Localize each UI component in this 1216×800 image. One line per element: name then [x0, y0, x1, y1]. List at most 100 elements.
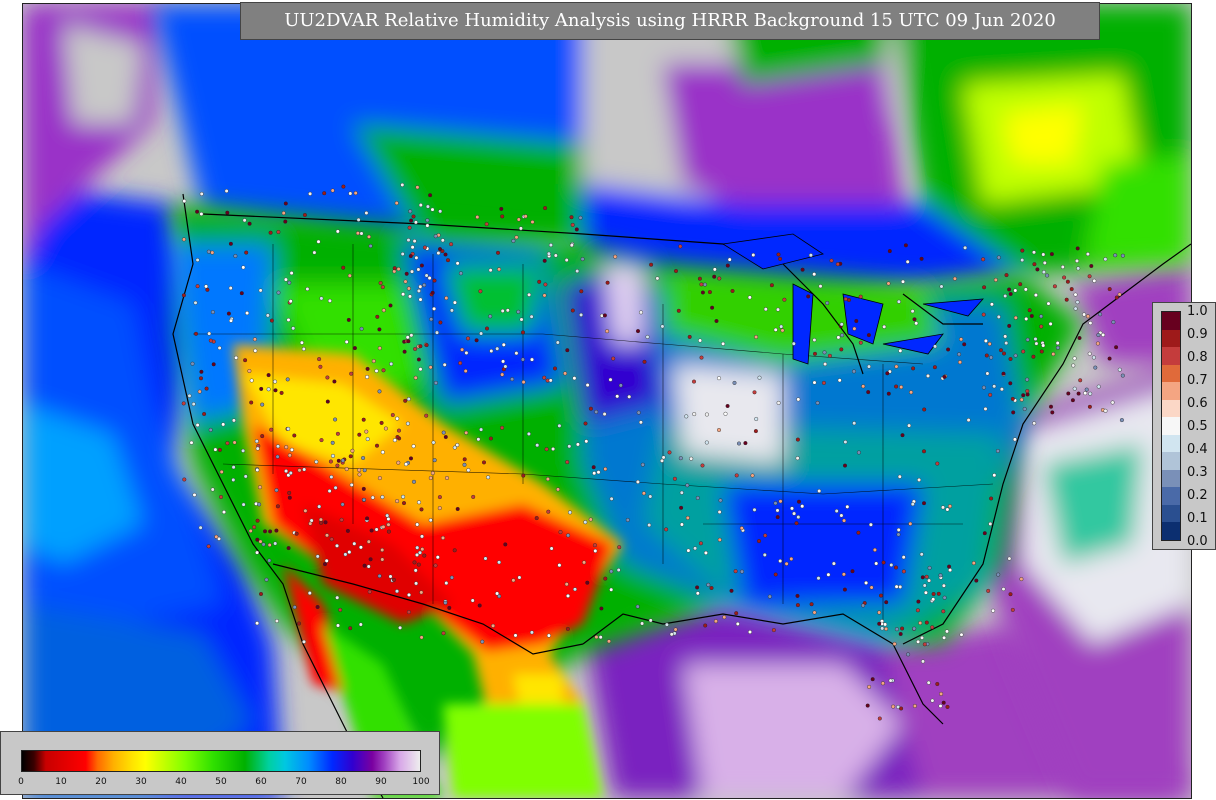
station-dot [591, 465, 596, 470]
station-dot [911, 366, 916, 371]
station-dot [419, 263, 424, 268]
station-dot [381, 524, 386, 529]
station-dot [725, 263, 730, 268]
station-dot [224, 188, 229, 193]
station-dot [500, 308, 505, 313]
station-dot [1033, 293, 1038, 298]
station-dot [1008, 292, 1013, 297]
station-dot [754, 335, 759, 340]
station-dot [1069, 287, 1074, 292]
station-dot [982, 531, 987, 536]
observation-colorbar-swatch [1162, 329, 1180, 348]
station-dot [945, 507, 950, 512]
station-dot [707, 290, 712, 295]
humidity-map[interactable] [22, 3, 1192, 799]
station-dot [796, 397, 801, 402]
station-dot [593, 548, 598, 553]
station-dot [1039, 349, 1044, 354]
station-dot [639, 310, 644, 315]
station-dot [596, 470, 601, 475]
station-dot [945, 629, 950, 634]
station-dot [898, 632, 903, 637]
station-dot [988, 392, 993, 397]
station-dot [870, 677, 875, 682]
station-dot [221, 422, 226, 427]
station-dot [584, 439, 589, 444]
station-dot [648, 494, 653, 499]
station-dot [603, 467, 608, 472]
station-dot [284, 445, 289, 450]
station-dot [284, 469, 289, 474]
station-dot [513, 633, 518, 638]
station-dot [402, 349, 407, 354]
station-dot [390, 413, 395, 418]
station-dot [395, 416, 400, 421]
station-dot [353, 191, 358, 196]
station-dot [1066, 391, 1071, 396]
station-dot [419, 507, 424, 512]
station-dot [892, 641, 897, 646]
station-dot [377, 476, 382, 481]
station-dot [486, 475, 491, 480]
station-dot [488, 436, 493, 441]
station-dot [249, 400, 254, 405]
station-dot [368, 243, 373, 248]
station-dot [243, 358, 248, 363]
station-dot [776, 400, 781, 405]
station-dot [714, 319, 719, 324]
station-dot [207, 331, 212, 336]
station-dot [717, 376, 722, 381]
station-dot [267, 558, 272, 563]
station-dot [204, 284, 209, 289]
station-dot [611, 356, 616, 361]
station-dot [776, 307, 781, 312]
station-dot [865, 703, 870, 708]
station-dot [1032, 262, 1037, 267]
station-dot [692, 412, 697, 417]
station-dot [896, 532, 901, 537]
station-dot [806, 294, 811, 299]
station-dot [996, 314, 1001, 319]
station-dot [418, 284, 423, 289]
station-dot [1004, 273, 1009, 278]
station-dot [818, 284, 823, 289]
station-dot [837, 378, 842, 383]
station-dot [437, 495, 442, 500]
station-dot [329, 537, 334, 542]
station-dot [757, 375, 762, 380]
station-dot [288, 299, 293, 304]
humidity-colorbar-tick: 50 [215, 777, 227, 787]
station-dot [442, 362, 447, 367]
station-dot [437, 506, 442, 511]
station-dot [717, 510, 722, 515]
station-dot [404, 271, 409, 276]
station-dot [918, 621, 923, 626]
station-dot [1013, 353, 1018, 358]
station-dot [894, 627, 899, 632]
station-dot [1085, 314, 1090, 319]
station-dot [780, 328, 785, 333]
station-dot [872, 547, 877, 552]
station-dot [432, 306, 437, 311]
station-dot [330, 440, 335, 445]
station-dot [329, 475, 334, 480]
station-dot [903, 243, 908, 248]
station-dot [1012, 437, 1017, 442]
station-dot [419, 635, 424, 640]
station-dot [922, 642, 927, 647]
station-dot [193, 300, 198, 305]
station-dot [447, 605, 452, 610]
station-dot [568, 510, 573, 515]
station-dot [226, 311, 231, 316]
station-dot [585, 580, 590, 585]
station-dot [916, 599, 921, 604]
station-dot [406, 610, 411, 615]
station-dot [1085, 252, 1090, 257]
station-dot [1101, 332, 1106, 337]
station-dot [995, 449, 1000, 454]
station-dot [348, 626, 353, 631]
station-dot [418, 297, 423, 302]
station-dot [825, 301, 830, 306]
station-dot [289, 447, 294, 452]
station-dot [413, 375, 418, 380]
